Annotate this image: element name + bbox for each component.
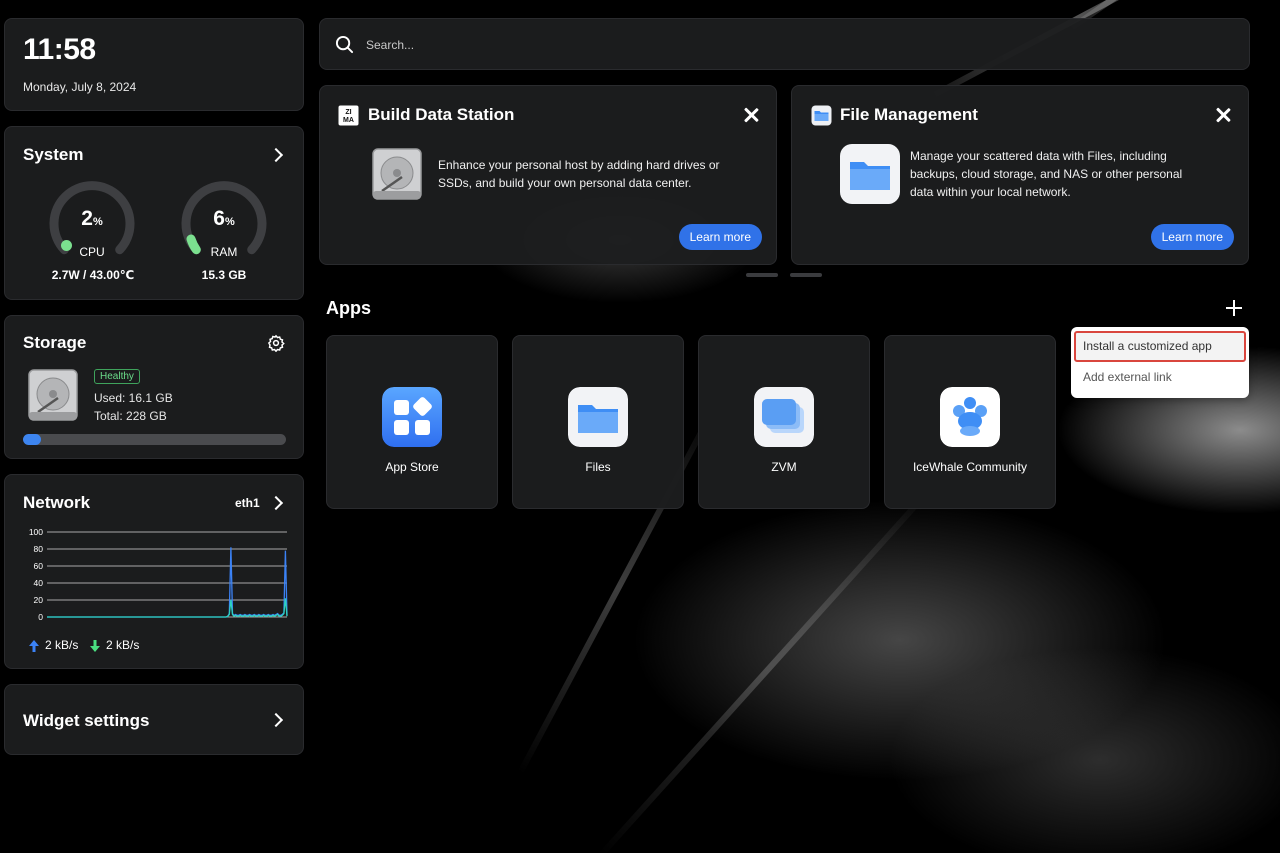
zvm-icon (754, 387, 814, 447)
y-tick-label: 40 (34, 578, 44, 588)
download-speed: 2 kB/s (106, 638, 140, 652)
menu-item-install-custom-app[interactable]: Install a customized app (1074, 331, 1246, 362)
close-icon[interactable] (1215, 107, 1231, 123)
storage-used: Used: 16.1 GB (94, 391, 173, 405)
widget-settings[interactable]: Widget settings (4, 684, 304, 755)
status-badge: Healthy (94, 369, 140, 384)
upload-arrow-icon (29, 640, 39, 652)
cpu-power-temp: 2.7W / 43.00℃ (51, 268, 135, 282)
storage-title: Storage (23, 333, 87, 352)
zima-logo-icon: ZI MA (338, 105, 359, 126)
cpu-value: 2% (81, 207, 103, 230)
widget-settings-label: Widget settings (23, 711, 150, 730)
network-chart: 100 80 60 40 20 0 (29, 527, 288, 622)
network-widget[interactable]: Network eth1 100 80 60 40 20 0 2 kB/s 2 kB/s (4, 474, 304, 669)
chevron-right-icon[interactable] (268, 147, 284, 163)
storage-usage-bar (23, 434, 286, 445)
chevron-right-icon[interactable] (268, 495, 284, 511)
y-tick-label: 60 (34, 561, 44, 571)
storage-total: Total: 228 GB (94, 409, 167, 423)
build-data-station-card: ZI MA Build Data Station Enhance your pe… (319, 85, 777, 265)
app-label: ZVM (771, 460, 797, 474)
app-label: App Store (385, 460, 439, 474)
app-tile-files[interactable]: Files (512, 335, 684, 509)
y-tick-label: 100 (29, 527, 43, 537)
cpu-label: CPU (79, 245, 105, 259)
cpu-gauge: 2% CPU (47, 179, 137, 269)
app-tile-icewhale-community[interactable]: IceWhale Community (884, 335, 1056, 509)
community-icon (940, 387, 1000, 447)
clock-date: Monday, July 8, 2024 (23, 80, 137, 94)
hard-drive-icon (28, 369, 78, 421)
learn-more-button[interactable]: Learn more (1150, 224, 1234, 250)
ram-value: 6% (213, 207, 235, 230)
system-title: System (23, 145, 84, 164)
y-tick-label: 0 (38, 612, 43, 622)
files-app-icon (840, 144, 900, 204)
series-line-1 (47, 547, 288, 618)
y-tick-label: 20 (34, 595, 44, 605)
app-label: IceWhale Community (912, 460, 1028, 474)
hard-drive-icon (372, 148, 422, 200)
file-management-card: File Management Manage your scattered da… (791, 85, 1249, 265)
svg-text:MA: MA (343, 117, 354, 124)
card-description: Enhance your personal host by adding har… (438, 158, 720, 190)
add-app-icon[interactable] (1226, 300, 1242, 316)
menu-item-add-external-link[interactable]: Add external link (1074, 362, 1246, 393)
folder-icon (568, 387, 628, 447)
carousel-dot[interactable] (746, 273, 778, 277)
apps-section-title: Apps (326, 298, 371, 318)
system-widget[interactable]: System 2% CPU 2.7W / 43.00℃ 6% RAM 15.3 … (4, 126, 304, 300)
add-app-menu: Install a customized app Add external li… (1071, 327, 1249, 398)
chevron-right-icon[interactable] (268, 712, 284, 728)
close-icon[interactable] (743, 107, 759, 123)
app-store-icon (382, 387, 442, 447)
app-tile-app-store[interactable]: App Store (326, 335, 498, 509)
search-bar[interactable] (319, 18, 1250, 70)
card-title: File Management (840, 105, 978, 124)
carousel-dot[interactable] (790, 273, 822, 277)
search-icon (335, 35, 354, 54)
app-tile-zvm[interactable]: ZVM (698, 335, 870, 509)
network-interface[interactable]: eth1 (235, 496, 260, 510)
download-arrow-icon (90, 640, 100, 652)
storage-widget: Storage Healthy Used: 16.1 GB Total: 228… (4, 315, 304, 459)
ram-gauge: 6% RAM (179, 179, 269, 269)
network-title: Network (23, 493, 91, 512)
storage-usage-fill (23, 434, 42, 445)
card-description: Manage your scattered data with Files, i… (910, 149, 1183, 199)
clock-widget: 11:58 Monday, July 8, 2024 (4, 18, 304, 111)
app-label: Files (585, 460, 611, 474)
y-tick-label: 80 (34, 544, 44, 554)
ram-label: RAM (210, 245, 238, 259)
upload-speed: 2 kB/s (45, 638, 79, 652)
clock-time: 11:58 (23, 33, 96, 66)
ram-total: 15.3 GB (201, 268, 247, 282)
learn-more-button[interactable]: Learn more (678, 224, 762, 250)
gear-icon[interactable] (267, 334, 285, 352)
series-line-2 (47, 598, 288, 618)
search-input[interactable] (366, 33, 1226, 57)
folder-icon (811, 105, 832, 126)
card-title: Build Data Station (368, 105, 515, 124)
svg-text:ZI: ZI (345, 109, 351, 116)
